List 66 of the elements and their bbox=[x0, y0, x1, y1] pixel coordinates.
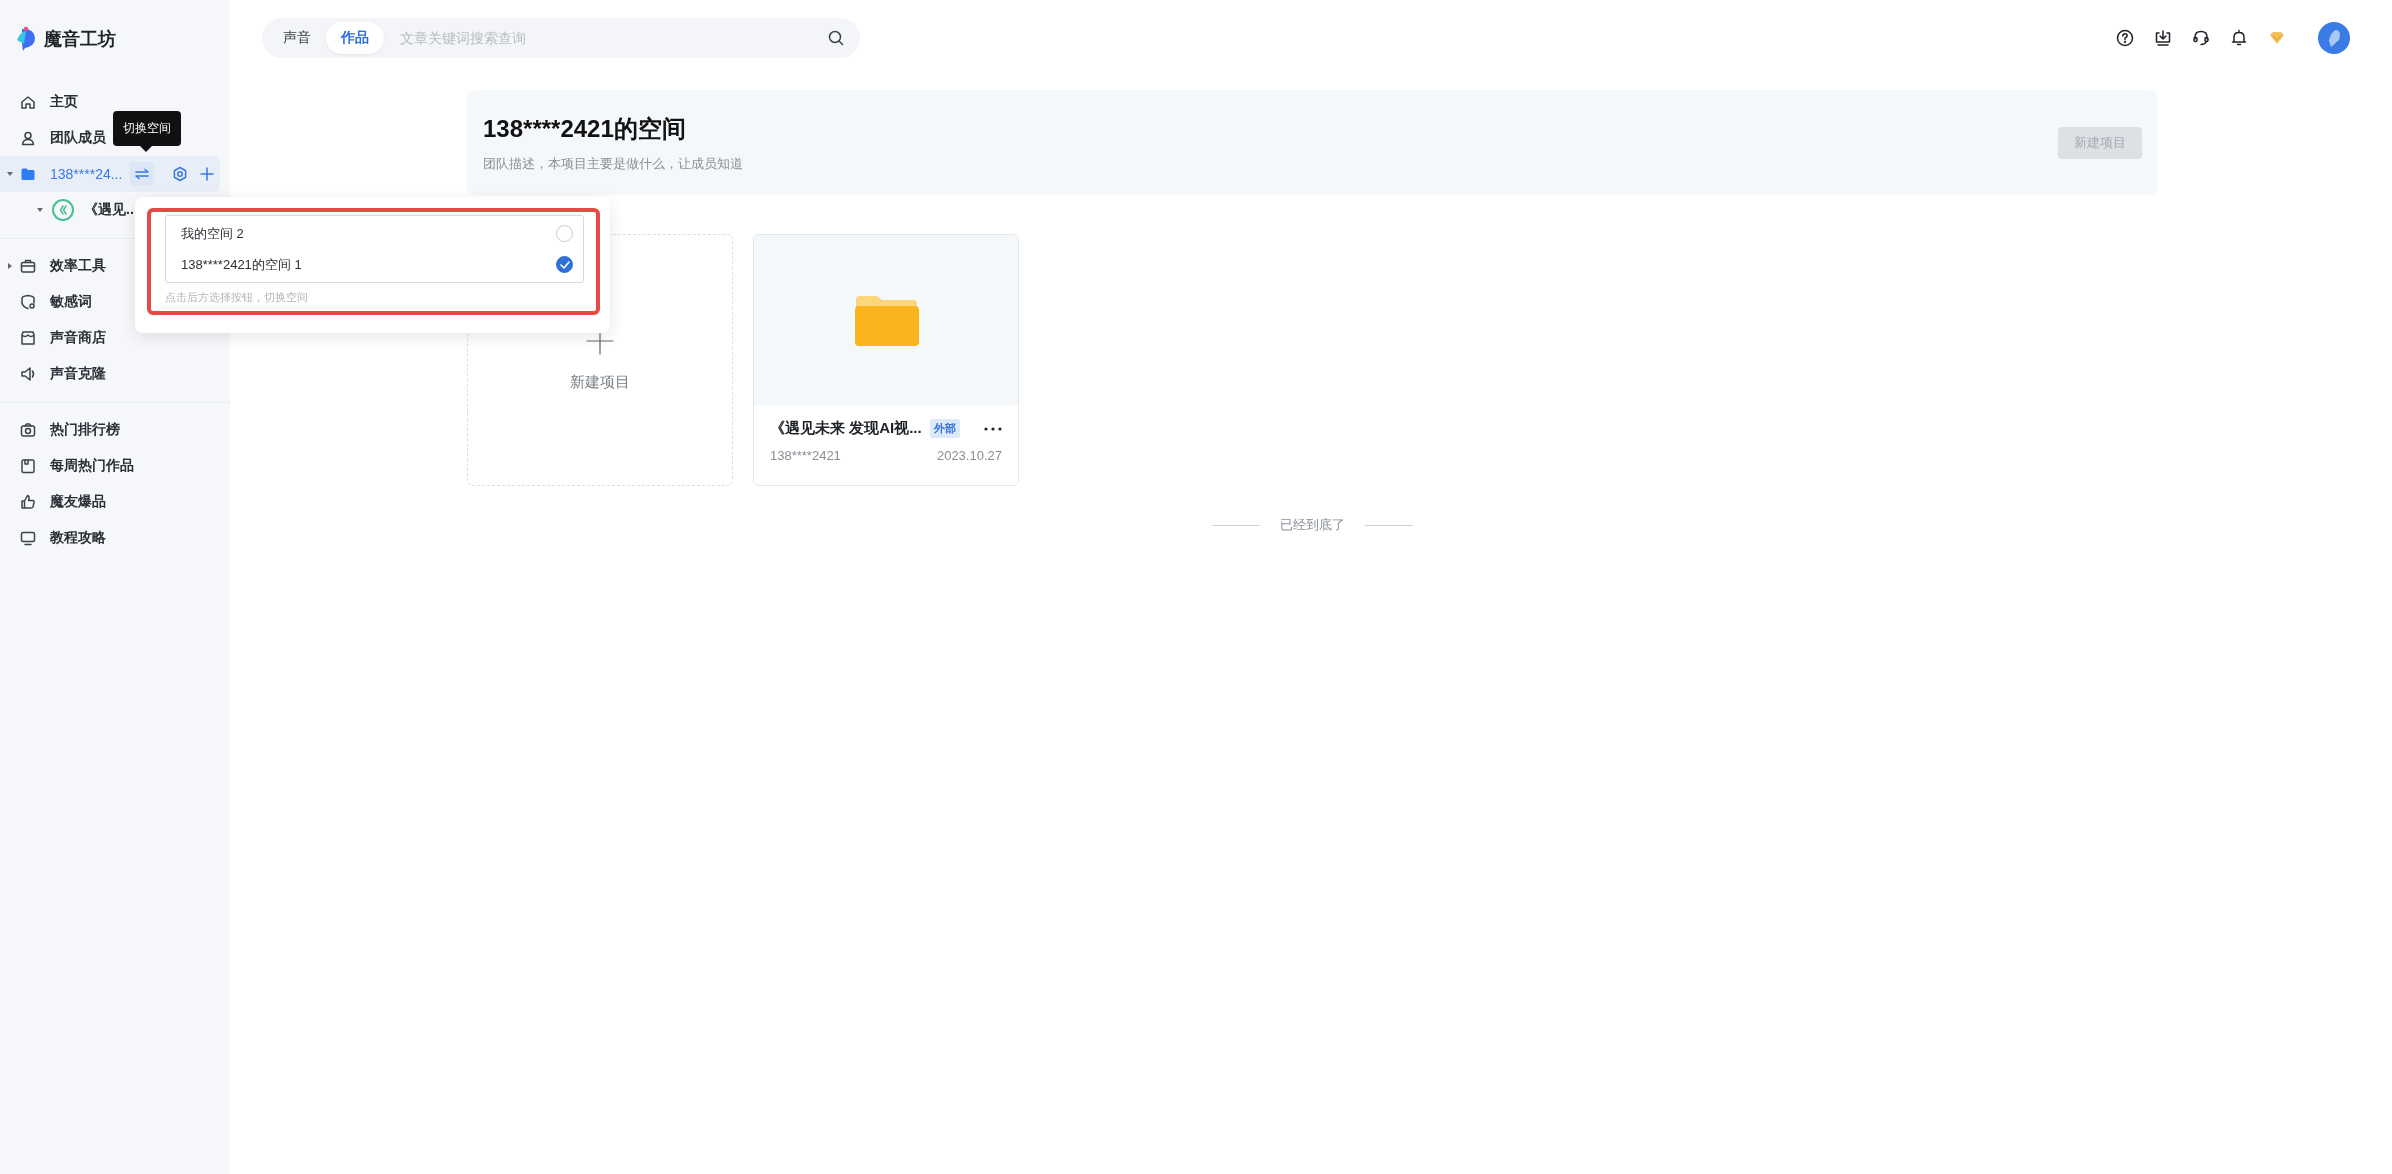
search-tab[interactable]: 声音 bbox=[268, 22, 326, 54]
caret-icon[interactable] bbox=[6, 262, 14, 270]
caret-icon[interactable] bbox=[36, 206, 44, 214]
project-title: 《遇见未来 发现AI视... bbox=[770, 419, 922, 438]
sidebar-item[interactable]: 主页 bbox=[0, 84, 84, 120]
help-button[interactable] bbox=[2116, 29, 2134, 47]
sidebar-item[interactable]: 《遇见.. bbox=[0, 192, 140, 228]
sidebar-item[interactable]: 138****24... bbox=[0, 156, 220, 192]
download-icon bbox=[2154, 29, 2172, 47]
sidebar-item[interactable]: 团队成员 bbox=[0, 120, 112, 156]
sidebar-item[interactable]: 敏感词 bbox=[0, 284, 98, 320]
calendar-icon bbox=[20, 458, 36, 474]
settings-icon bbox=[172, 166, 189, 182]
speaker-icon bbox=[20, 366, 36, 382]
tooltip-arrow bbox=[140, 146, 152, 152]
space-description: 团队描述，本项目主要是做什么，让成员知道 bbox=[483, 154, 743, 173]
space-option[interactable]: 138****2421的空间 1 bbox=[181, 255, 302, 274]
camera-icon bbox=[20, 422, 36, 438]
hint-text: 点击后方选择按钮，切换空间 bbox=[165, 290, 309, 305]
more-icon bbox=[984, 426, 1002, 431]
plus-icon bbox=[200, 167, 215, 181]
sidebar-item[interactable]: 热门排行榜 bbox=[0, 412, 126, 448]
logo-icon bbox=[14, 26, 38, 52]
sidebar-item[interactable]: 每周热门作品 bbox=[0, 448, 140, 484]
monitor-icon bbox=[20, 530, 36, 546]
home-icon bbox=[20, 94, 36, 110]
app-name: 魔音工坊 bbox=[44, 28, 116, 51]
help-icon bbox=[2116, 29, 2134, 47]
shield-search-icon bbox=[20, 294, 36, 310]
notification-button[interactable] bbox=[2230, 29, 2248, 47]
more-button[interactable] bbox=[984, 426, 1002, 431]
sidebar-item[interactable]: 教程攻略 bbox=[0, 520, 112, 556]
sidebar-item[interactable]: 声音克隆 bbox=[0, 356, 112, 392]
search-icon[interactable] bbox=[828, 30, 844, 46]
chevrons-icon bbox=[59, 205, 67, 215]
bell-icon bbox=[2230, 29, 2248, 47]
project-date: 2023.10.27 bbox=[936, 448, 1002, 463]
space-title: 138****2421的空间 bbox=[483, 113, 687, 144]
sidebar-item[interactable]: 声音商店 bbox=[0, 320, 112, 356]
add-button[interactable] bbox=[200, 167, 215, 181]
folder-icon bbox=[853, 294, 919, 346]
download-button[interactable] bbox=[2154, 29, 2172, 47]
space-option[interactable]: 我的空间 2 bbox=[181, 224, 244, 243]
sidebar-item[interactable]: 魔友爆品 bbox=[0, 484, 112, 520]
headset-icon bbox=[2192, 29, 2210, 47]
radio-button[interactable] bbox=[556, 256, 573, 273]
avatar[interactable] bbox=[2318, 22, 2350, 54]
folder-icon bbox=[20, 166, 36, 182]
project-card[interactable]: 《遇见未来 发现AI视... 外部 138****2421 2023.10.27 bbox=[753, 234, 1019, 486]
search-field[interactable]: 声音 作品 文章关键词搜索查询 bbox=[262, 18, 860, 58]
end-of-list-text: 已经到底了 bbox=[1280, 516, 1345, 534]
project-tag: 外部 bbox=[929, 419, 960, 438]
check-icon bbox=[559, 260, 570, 269]
project-owner: 138****2421 bbox=[770, 448, 841, 463]
switch-space-button[interactable] bbox=[130, 162, 155, 186]
swap-icon bbox=[134, 168, 151, 180]
new-project-label: 新建项目 bbox=[570, 373, 630, 392]
sidebar-item[interactable]: 效率工具 bbox=[0, 248, 112, 284]
store-icon bbox=[20, 330, 36, 346]
search-tab[interactable]: 作品 bbox=[326, 22, 384, 54]
thumbs-up-icon bbox=[20, 494, 36, 510]
person-icon bbox=[20, 130, 36, 146]
support-button[interactable] bbox=[2192, 29, 2210, 47]
settings-button[interactable] bbox=[172, 166, 189, 182]
briefcase-icon bbox=[20, 258, 36, 274]
caret-icon[interactable] bbox=[6, 170, 14, 178]
